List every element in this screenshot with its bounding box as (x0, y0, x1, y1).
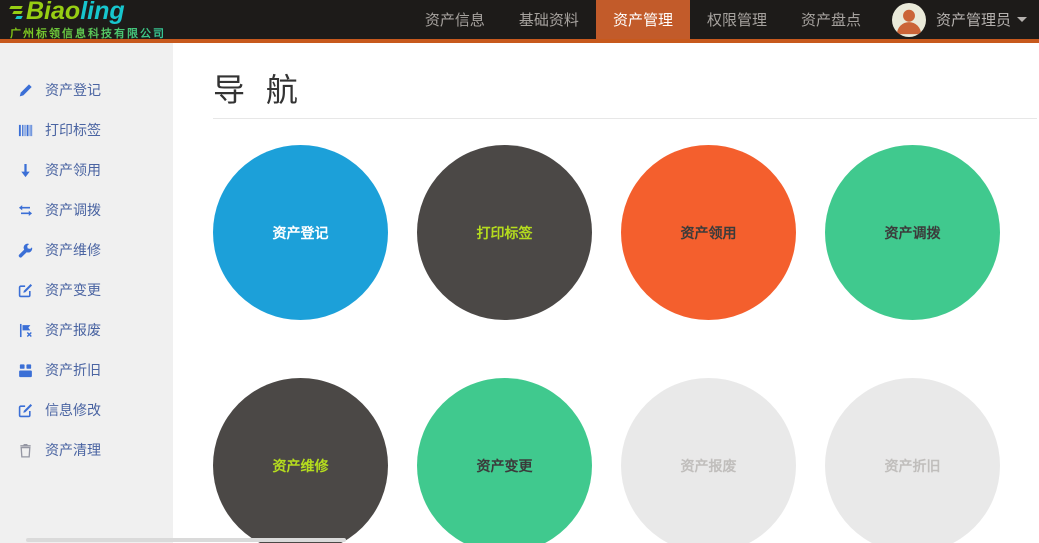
nav-circle-label: 资产调拨 (885, 223, 941, 243)
nav-circle-label: 资产维修 (273, 456, 329, 476)
nav-circle-label: 打印标签 (477, 223, 533, 243)
page-title: 导 航 (213, 73, 1039, 108)
nav-circle-label: 资产变更 (477, 456, 533, 476)
boxes-icon (18, 362, 35, 378)
transfer-icon (18, 202, 35, 218)
sidebar-item[interactable]: 资产报废 (0, 310, 173, 350)
edit-icon (18, 282, 35, 298)
sidebar-item-label: 资产登记 (45, 80, 101, 100)
user-name[interactable]: 资产管理员 (936, 9, 1011, 30)
arrow-down-icon (18, 162, 35, 178)
sidebar-item[interactable]: 信息修改 (0, 390, 173, 430)
nav-tab[interactable]: 基础资料 (502, 0, 596, 39)
nav-circle[interactable]: 资产折旧 (825, 378, 1000, 543)
sidebar: 资产登记 打印标签 资产领用 资产调拨 资产维修 资产变更 资产报废 资产折旧 … (0, 43, 173, 543)
nav-circle-label: 资产报废 (681, 456, 737, 476)
nav-circle[interactable]: 资产维修 (213, 378, 388, 543)
person-icon (892, 3, 926, 37)
sidebar-item[interactable]: 资产登记 (0, 70, 173, 110)
pencil-icon (18, 82, 35, 98)
nav-tab-label: 资产信息 (425, 9, 485, 30)
top-header: Biaoling 广州标领信息科技有限公司 资产信息 基础资料 资产管理 权限管… (0, 0, 1039, 43)
sidebar-item-label: 资产折旧 (45, 360, 101, 380)
sidebar-item-label: 打印标签 (45, 120, 101, 140)
sidebar-item-label: 资产变更 (45, 280, 101, 300)
sidebar-item[interactable]: 资产调拨 (0, 190, 173, 230)
sidebar-item[interactable]: 资产变更 (0, 270, 173, 310)
nav-circle[interactable]: 资产报废 (621, 378, 796, 543)
logo-speed-lines-icon (10, 6, 22, 19)
sidebar-item[interactable]: 资产折旧 (0, 350, 173, 390)
nav-circle[interactable]: 资产领用 (621, 145, 796, 320)
nav-circle[interactable]: 资产登记 (213, 145, 388, 320)
user-avatar[interactable] (892, 3, 926, 37)
nav-tab-label: 权限管理 (707, 9, 767, 30)
sidebar-item-label: 信息修改 (45, 400, 101, 420)
nav-tab-label: 资产管理 (613, 9, 673, 30)
nav-tab[interactable]: 权限管理 (690, 0, 784, 39)
nav-tab[interactable]: 资产管理 (596, 0, 690, 39)
sidebar-item-label: 资产调拨 (45, 200, 101, 220)
wrench-icon (18, 242, 35, 258)
logo-text: Biaoling (26, 0, 125, 24)
sidebar-item[interactable]: 资产领用 (0, 150, 173, 190)
horizontal-scrollbar-thumb[interactable] (26, 538, 346, 542)
nav-circle[interactable]: 打印标签 (417, 145, 592, 320)
nav-circles-grid: 资产登记 打印标签 资产领用 资产调拨 资产维修 资产变更 资产报废 资产折旧 (213, 145, 1039, 543)
user-menu[interactable]: 资产管理员 (878, 0, 1039, 39)
sidebar-item[interactable]: 资产清理 (0, 430, 173, 470)
nav-tab[interactable]: 资产信息 (408, 0, 502, 39)
sidebar-item-label: 资产领用 (45, 160, 101, 180)
chevron-down-icon (1017, 17, 1027, 22)
nav-tab[interactable]: 资产盘点 (784, 0, 878, 39)
nav-circle-label: 资产领用 (681, 223, 737, 243)
nav-tab-label: 基础资料 (519, 9, 579, 30)
main-content: 导 航 资产登记 打印标签 资产领用 资产调拨 资产维修 资产变更 资产报废 资… (173, 43, 1039, 543)
nav-circle[interactable]: 资产变更 (417, 378, 592, 543)
app-window: Biaoling 广州标领信息科技有限公司 资产信息 基础资料 资产管理 权限管… (0, 0, 1039, 543)
nav-tab-label: 资产盘点 (801, 9, 861, 30)
nav-circle[interactable]: 资产调拨 (825, 145, 1000, 320)
trash-icon (18, 442, 35, 458)
edit-icon (18, 402, 35, 418)
flag-x-icon (18, 322, 35, 338)
nav-circle-label: 资产折旧 (885, 456, 941, 476)
sidebar-item-label: 资产维修 (45, 240, 101, 260)
sidebar-item[interactable]: 打印标签 (0, 110, 173, 150)
nav-circle-label: 资产登记 (273, 223, 329, 243)
sidebar-item-label: 资产报废 (45, 320, 101, 340)
barcode-icon (18, 122, 35, 138)
company-logo[interactable]: Biaoling 广州标领信息科技有限公司 (0, 0, 230, 39)
top-nav: 资产信息 基础资料 资产管理 权限管理 资产盘点 资产管理员 (408, 0, 1039, 39)
sidebar-item-label: 资产清理 (45, 440, 101, 460)
title-divider (213, 118, 1037, 119)
company-name: 广州标领信息科技有限公司 (10, 25, 230, 41)
sidebar-item[interactable]: 资产维修 (0, 230, 173, 270)
